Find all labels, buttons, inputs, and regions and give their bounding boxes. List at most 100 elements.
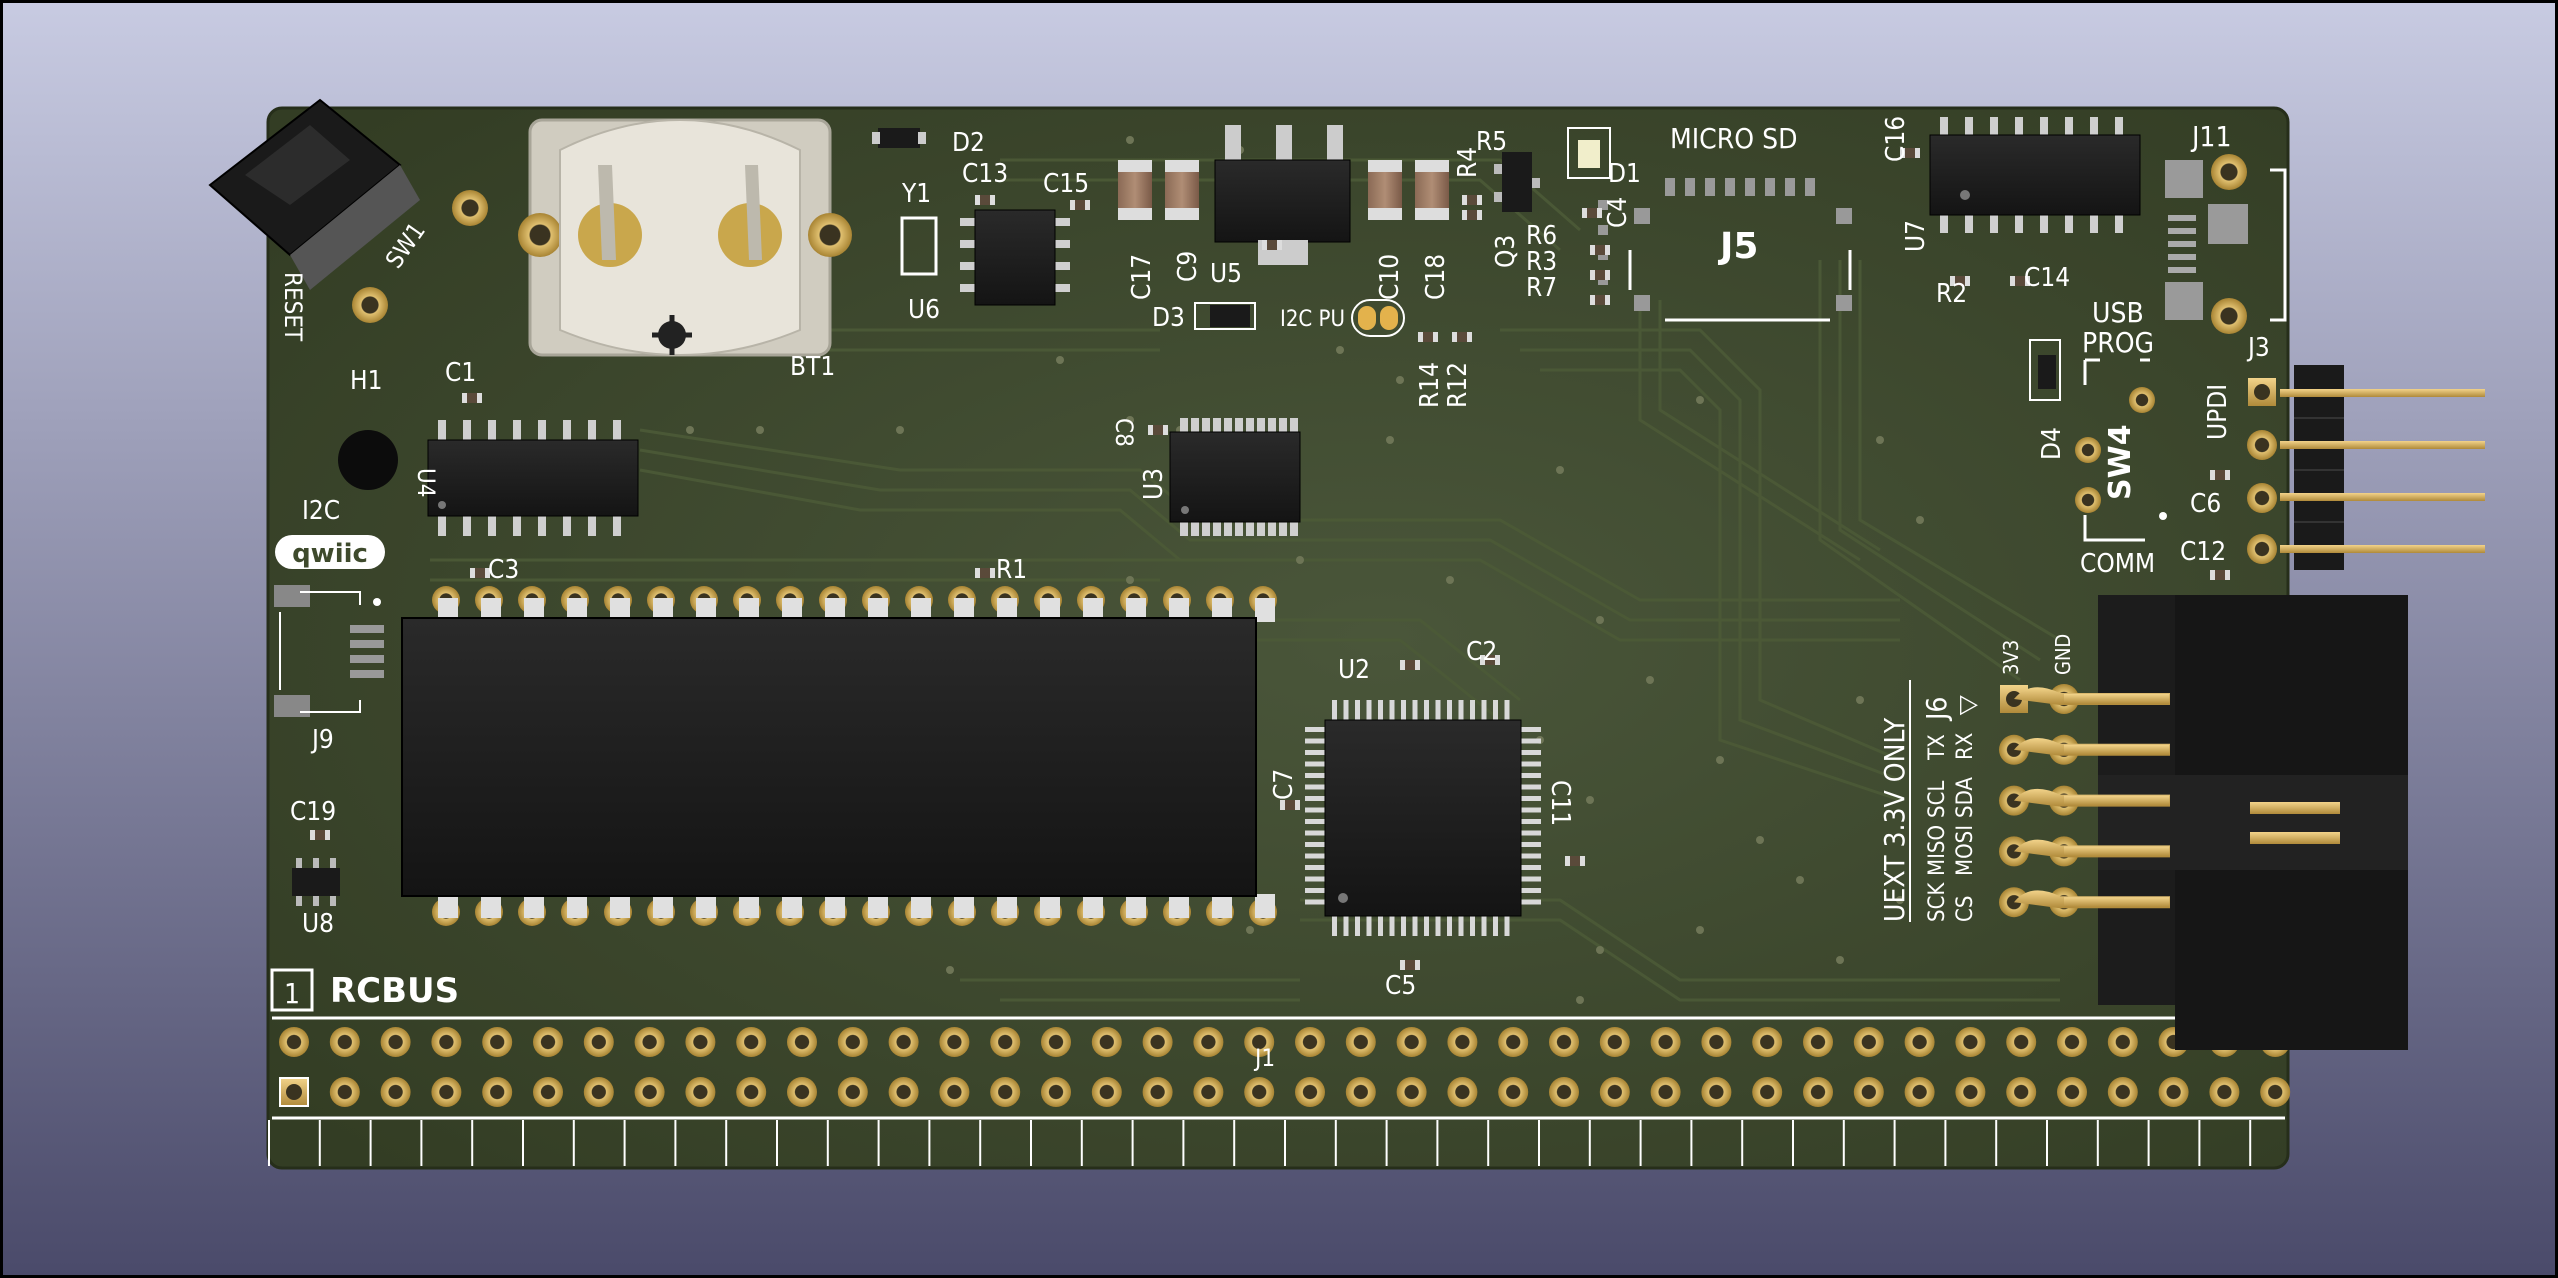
j1-pin	[1295, 1077, 1325, 1107]
dip-pin	[1169, 894, 1189, 918]
j1-pin	[1549, 1077, 1579, 1107]
smd-terminal	[1452, 332, 1457, 342]
qfp-pin	[1493, 700, 1498, 720]
j1-pin	[329, 1077, 360, 1107]
qfp-pin	[1435, 700, 1441, 720]
j1-pin	[1091, 1077, 1122, 1107]
dip-40-chip	[401, 586, 1277, 926]
chip-pin	[488, 516, 496, 536]
qfp-pin	[1355, 916, 1360, 936]
j1-pin	[1955, 1027, 1986, 1057]
j1-pin	[1447, 1027, 1478, 1057]
chip-pin	[960, 284, 975, 292]
chip-pin	[960, 218, 975, 226]
chip-pin	[1990, 215, 1998, 233]
j1-pin	[1752, 1077, 1783, 1107]
smd-terminal	[1597, 208, 1602, 218]
usb-label: USB	[2092, 296, 2144, 329]
qfp-pin	[1305, 876, 1325, 882]
j6-pin-lead	[2064, 846, 2169, 857]
smd-terminal	[975, 195, 980, 205]
j1-pin	[736, 1027, 767, 1057]
qfp-pin	[1389, 916, 1395, 936]
c11-label: C11	[1545, 780, 1575, 826]
j1-label: J1	[1253, 1044, 1275, 1072]
qfp-pin	[1470, 916, 1475, 936]
j1-pin	[837, 1077, 868, 1107]
qfp-pin	[1504, 700, 1510, 720]
d2-diode	[872, 128, 926, 148]
j3-label: J3	[2246, 333, 2270, 363]
j5-label: J5	[1717, 226, 1758, 267]
qfp-pin	[1305, 888, 1325, 893]
qfp-pin	[1521, 842, 1541, 847]
j6-cs-label: CS	[1953, 896, 1978, 922]
j1-pin	[583, 1027, 614, 1057]
j1-pin	[1345, 1077, 1376, 1107]
chip-pin	[2065, 117, 2073, 135]
chip-pin	[1257, 522, 1265, 536]
qfp-pin	[1332, 700, 1337, 720]
j6-mosi-label: MOSI	[1953, 825, 1978, 876]
chip-pin	[438, 420, 446, 440]
qfp-pin	[1389, 700, 1395, 720]
j1-pin	[736, 1077, 767, 1107]
qfp-pin	[1521, 727, 1541, 732]
c9-label: C9	[1173, 251, 1203, 282]
j1-pin	[1599, 1077, 1630, 1107]
chip-pin	[463, 516, 471, 536]
chip-pin	[1290, 418, 1298, 432]
updi-label: UPDI	[2203, 384, 2233, 440]
u8-sot-chip	[292, 858, 340, 906]
qfp-pin	[1343, 916, 1349, 936]
chip-pin	[563, 420, 571, 440]
j1-pin	[990, 1077, 1021, 1107]
qfp-pin	[1305, 727, 1325, 732]
pin1-label: 1	[284, 977, 300, 1010]
c14-label: C14	[2024, 263, 2070, 293]
chip-pin	[2115, 117, 2123, 135]
dip-pin	[653, 894, 673, 918]
dip-pin	[1255, 894, 1275, 918]
j1-pin	[2107, 1077, 2138, 1107]
j1-pin	[1345, 1027, 1376, 1057]
chip-pin	[1246, 522, 1254, 536]
chip-pin	[513, 516, 521, 536]
smd-terminal	[1262, 240, 1267, 250]
chip-pin	[1246, 418, 1254, 432]
c9-capacitor	[1165, 160, 1199, 220]
bt1-battery-holder	[518, 118, 852, 357]
c12-label: C12	[2180, 537, 2226, 567]
smd-terminal	[477, 393, 482, 403]
smd-terminal	[975, 568, 980, 578]
qfp-pin	[1305, 819, 1325, 824]
j1-pin	[888, 1027, 919, 1057]
u3-tssop-chip	[1169, 418, 1301, 536]
dip-pin	[954, 894, 974, 918]
j1-pin	[634, 1077, 665, 1107]
qfp-pin	[1521, 819, 1541, 824]
chip-pin	[1224, 522, 1232, 536]
smd-terminal	[990, 195, 995, 205]
qfp-pin	[1447, 916, 1452, 936]
j1-pin	[1295, 1027, 1325, 1057]
j6-pin-lead	[2064, 744, 2169, 755]
j6-pin-lead	[2064, 694, 2169, 704]
chip-pin	[1290, 522, 1298, 536]
chip-pin	[2090, 117, 2098, 135]
sd-contact	[1665, 178, 1675, 196]
smd-terminal	[1163, 425, 1168, 435]
smd-terminal	[1590, 245, 1595, 255]
dip-pin	[481, 894, 501, 918]
smd-terminal	[2225, 470, 2230, 480]
qfp-pin	[1305, 842, 1325, 847]
qfp-pin	[1305, 738, 1325, 744]
j1-pin	[482, 1027, 513, 1057]
qfp-pin	[1435, 916, 1441, 936]
sd-contact	[1705, 178, 1715, 196]
smd-terminal	[1400, 660, 1405, 670]
sd-contact	[1765, 178, 1775, 196]
r2-label: R2	[1936, 279, 1967, 309]
chip-pin	[1191, 418, 1199, 432]
u8-label: U8	[302, 909, 334, 939]
